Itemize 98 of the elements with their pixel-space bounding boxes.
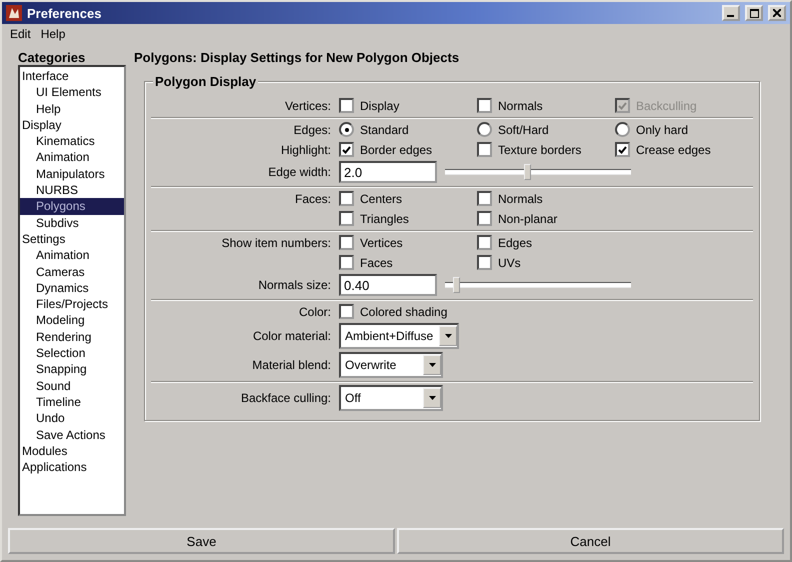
row-label: Backface culling: [240,391,332,405]
category-item[interactable]: Dynamics [20,280,124,296]
row-label: Edge width: [267,165,332,179]
checkbox[interactable] [477,98,492,113]
check-icon [342,146,351,154]
category-item[interactable]: Polygons [20,198,124,215]
category-item[interactable]: Animation [20,149,124,166]
category-item[interactable]: Cameras [20,264,124,280]
slider-thumb[interactable] [524,164,531,180]
caret-icon [444,334,452,338]
slider-thumb[interactable] [453,277,460,293]
category-item[interactable]: Settings [20,230,124,248]
checkbox-label: Texture borders [498,142,582,156]
dialog-button[interactable]: Save [8,528,395,554]
checkbox-label: Vertices [360,236,403,250]
category-item[interactable]: Interface [20,68,124,84]
radio-label: Only hard [636,122,688,136]
category-item[interactable]: Rendering [20,328,124,346]
row-label: Normals size: [257,278,332,292]
check-icon [618,102,627,110]
checkbox[interactable] [477,211,492,226]
row-label: Color: [298,304,332,318]
dropdown[interactable]: Off [339,385,443,411]
category-item[interactable]: Files/Projects [20,296,124,312]
checkbox-label: Border edges [360,142,432,156]
window-title: Preferences [27,6,102,20]
row-label: Vertices: [284,98,332,112]
category-item[interactable]: Modules [20,442,124,460]
caret-icon [428,396,436,400]
category-item[interactable]: Kinematics [20,133,124,150]
checkbox[interactable] [477,142,492,157]
category-item[interactable]: Display [20,116,124,134]
dropdown[interactable]: Overwrite [339,352,443,378]
close-icon [773,9,781,17]
category-item[interactable]: Snapping [20,361,124,378]
maximize-icon [750,8,758,18]
page-heading: Polygons: Display Settings for New Polygon Objects [134,50,460,65]
radio-button[interactable] [615,122,630,137]
checkbox[interactable] [339,98,354,113]
dialog-button[interactable]: Cancel [397,528,784,554]
checkbox-label: Triangles [360,212,409,226]
row-label: Faces: [294,192,332,206]
checkbox[interactable] [477,235,492,250]
input-field[interactable]: 2.0 [339,161,437,183]
category-item[interactable]: Animation [20,247,124,264]
row-label: Highlight: [280,142,332,156]
checkbox-label: Normals [498,192,543,206]
category-item[interactable]: NURBS [20,182,124,198]
checkbox[interactable] [339,211,354,226]
category-item[interactable]: Modeling [20,312,124,329]
input-field[interactable]: 0.40 [339,274,437,296]
radio-button[interactable] [339,122,354,137]
checkbox-label: Edges [498,236,532,250]
checkbox-label: Faces [360,256,393,270]
menu-item[interactable]: Help [40,27,66,41]
checkbox-label: UVs [498,256,521,270]
checkbox[interactable] [477,191,492,206]
checkbox-label: Non-planar [498,212,558,226]
category-item[interactable]: Timeline [20,394,124,410]
close-button[interactable] [768,5,786,21]
checkbox-label: Colored shading [360,304,448,318]
checkbox[interactable] [477,255,492,270]
radio-button[interactable] [477,122,492,137]
checkbox[interactable] [339,255,354,270]
checkbox-label: Backculling [636,98,697,112]
menu-item[interactable]: Edit [10,27,31,41]
category-item[interactable]: Subdivs [20,214,124,231]
checkbox-label: Display [360,98,400,112]
checkbox[interactable] [339,235,354,250]
checkbox[interactable] [339,142,354,157]
checkbox[interactable] [339,304,354,319]
category-item[interactable]: Undo [20,410,124,427]
row-label: Material blend: [251,358,332,372]
checkbox-label: Normals [498,98,543,112]
category-item[interactable]: Manipulators [20,166,124,182]
checkbox[interactable] [339,191,354,206]
checkbox-label: Crease edges [636,142,711,156]
dropdown[interactable]: Ambient+Diffuse [339,323,460,349]
caret-icon [428,363,436,367]
minimize-button[interactable] [722,5,740,21]
row-label: Edges: [292,122,332,136]
radio-label: Standard [360,122,409,136]
row-label: Color material: [252,329,332,343]
category-item[interactable]: Selection [20,345,124,362]
checkbox[interactable] [615,142,630,157]
category-item[interactable]: Save Actions [20,426,124,443]
maximize-button[interactable] [745,5,763,21]
row-label: Show item numbers: [220,236,332,250]
app-logo-icon [6,5,22,21]
category-item[interactable]: Help [20,100,124,117]
categories-title: Categories [18,50,86,65]
category-item[interactable]: UI Elements [20,84,124,101]
category-item[interactable]: Applications [20,459,124,476]
group-title: Polygon Display [153,74,258,89]
checkbox-label: Centers [360,192,402,206]
category-item[interactable]: Sound [20,378,124,394]
radio-label: Soft/Hard [498,122,549,136]
check-icon [618,146,627,154]
